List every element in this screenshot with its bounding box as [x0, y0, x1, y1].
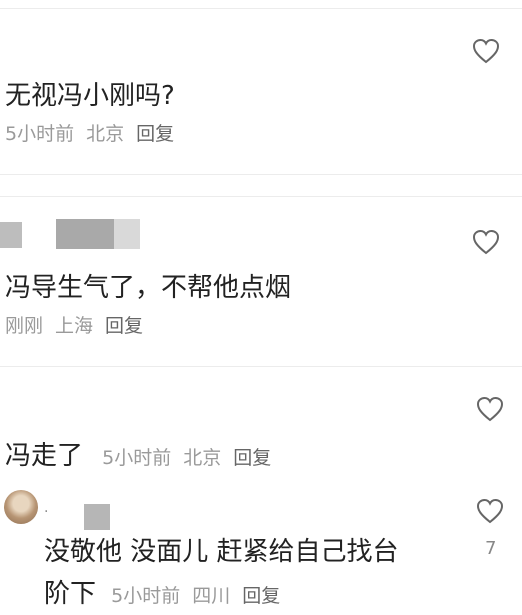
reply-link[interactable]: 回复 — [136, 123, 174, 145]
like-heart-icon[interactable] — [472, 38, 500, 64]
username-blurred — [0, 222, 22, 248]
comment-meta: 5小时前 北京 回复 — [5, 122, 186, 146]
comment-location: 四川 — [192, 585, 231, 607]
like-count: 7 — [485, 538, 497, 559]
comment-text: 冯走了 — [5, 441, 84, 471]
comment-location: 上海 — [55, 315, 94, 337]
comment-time: 5小时前 — [111, 585, 181, 607]
username-blurred — [56, 219, 114, 249]
username-dot: · — [44, 504, 49, 520]
divider — [0, 366, 522, 367]
divider — [0, 174, 522, 175]
divider-top — [0, 8, 522, 9]
comment-meta: 刚刚 上海 回复 — [5, 314, 155, 338]
username-blurred — [114, 219, 140, 249]
reply-link[interactable]: 回复 — [233, 447, 271, 469]
comment-line: 阶下 5小时前 四川 回复 — [44, 578, 292, 610]
comment-meta: 5小时前 北京 回复 — [102, 447, 283, 469]
comment-text: 没敬他 没面儿 赶紧给自己找台 — [44, 537, 399, 567]
comment-text: 阶下 — [44, 579, 97, 609]
comment-text: 冯导生气了，不帮他点烟 — [5, 273, 292, 303]
username-blurred — [84, 504, 110, 530]
reply-link[interactable]: 回复 — [105, 315, 143, 337]
divider — [0, 196, 522, 197]
comment-line: 冯走了 5小时前 北京 回复 — [5, 440, 283, 472]
comment-text: 无视冯小刚吗? — [5, 81, 175, 111]
comment-location: 北京 — [86, 123, 125, 145]
comment-time: 5小时前 — [102, 447, 172, 469]
comment-meta: 5小时前 四川 回复 — [111, 585, 292, 607]
like-heart-icon[interactable] — [472, 229, 500, 255]
user-avatar[interactable] — [4, 490, 38, 524]
comment-time: 5小时前 — [5, 123, 75, 145]
comment-time: 刚刚 — [5, 315, 44, 337]
reply-link[interactable]: 回复 — [242, 585, 280, 607]
comment-location: 北京 — [183, 447, 222, 469]
like-heart-icon[interactable] — [476, 396, 504, 422]
like-heart-icon[interactable] — [476, 498, 504, 524]
